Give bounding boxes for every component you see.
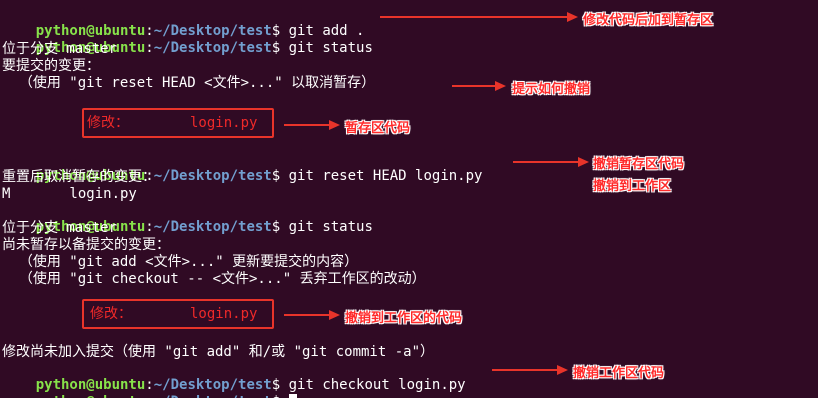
output-line: 修改尚未加入提交（使用 "git add" 和/或 "git commit -a… [2,344,435,360]
annotation-text: 撤销暂存区代码 [593,157,685,172]
terminal-line: python@ubuntu:~/Desktop/test$ git checko… [2,361,466,393]
annotation-arrow [380,12,578,22]
terminal-line: python@ubuntu:~/Desktop/test$ [2,378,297,398]
terminal-line: python@ubuntu:~/Desktop/test$ git status [2,24,373,56]
prompt-separator: : [145,219,154,235]
command-text: git status [288,219,373,235]
annotation-text: 提示如何撤销 [512,82,591,97]
annotation-text: 暂存区代码 [345,121,411,136]
terminal-cursor [288,394,297,398]
output-line: 位于分支 master [2,41,118,57]
prompt-symbol: $ [271,40,289,56]
annotation-arrow [492,365,568,375]
command-text: git checkout login.py [288,377,466,393]
prompt-path: ~/Desktop/test [154,394,272,398]
terminal-line: python@ubuntu:~/Desktop/test$ git reset … [2,152,483,184]
output-line: 尚未暂存以备提交的变更： [2,237,170,253]
highlight-box-staged [82,108,274,138]
output-line: （使用 "git checkout -- <文件>..." 丢弃工作区的改动） [2,271,426,287]
prompt-path: ~/Desktop/test [153,40,272,56]
output-line: （使用 "git reset HEAD <文件>..." 以取消暂存） [2,75,376,91]
terminal-window[interactable]: python@ubuntu:~/Desktop/test$ git add . … [0,0,818,398]
annotation-arrow [284,120,340,130]
highlight-box-working [82,299,274,329]
annotation-arrow [284,310,340,320]
terminal-line: python@ubuntu:~/Desktop/test$ git add . [2,7,365,39]
annotation-text: 撤销工作区代码 [573,366,665,381]
terminal-line: python@ubuntu:~/Desktop/test$ git status [2,203,373,235]
command-text: git reset HEAD login.py [288,168,483,184]
annotation-text: 撤销到工作区 [593,179,672,194]
prompt-symbol: $ [271,168,289,184]
annotation-arrow [452,81,506,91]
annotation-text: 撤销到工作区的代码 [345,311,463,326]
prompt-symbol: $ [272,394,289,398]
output-line: （使用 "git add <文件>..." 更新要提交的内容） [2,254,359,270]
output-line: M login.py [2,186,137,202]
prompt-path: ~/Desktop/test [153,168,272,184]
annotation-arrow [513,157,589,167]
output-line: 位于分支 master [2,220,118,236]
output-line: 重置后取消暂存的变更： [2,169,156,185]
output-line: 要提交的变更： [2,58,100,74]
prompt-path: ~/Desktop/test [153,219,272,235]
prompt-user-host: python@ubuntu [36,394,146,398]
prompt-symbol: $ [271,219,289,235]
command-text: git status [288,40,373,56]
prompt-separator: : [145,40,154,56]
prompt-separator: : [145,394,153,398]
annotation-text: 修改代码后加到暂存区 [583,13,714,28]
